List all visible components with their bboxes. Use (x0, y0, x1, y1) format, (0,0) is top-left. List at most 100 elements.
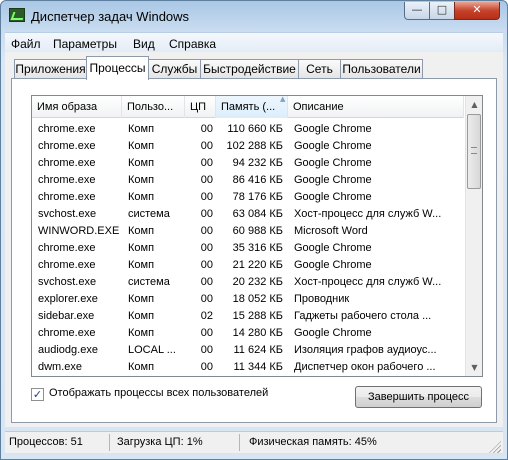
menu-bar: Файл Параметры Вид Справка (5, 32, 503, 52)
table-row[interactable]: svchost.exe система 00 20 232 КБ Хост-процес… (32, 274, 464, 291)
process-memory: 11 344 КБ (233, 361, 283, 373)
status-cpu-usage: Загрузка ЦП: 1% (117, 436, 203, 448)
table-row[interactable]: chrome.exe Комп 00 21 220 КБ Google Chrome (32, 257, 464, 274)
process-name: chrome.exe (38, 327, 96, 339)
process-memory: 35 316 КБ (232, 242, 283, 254)
table-row[interactable]: chrome.exe Комп 00 94 232 КБ Google Chrome (32, 155, 464, 172)
maximize-button[interactable]: □ (429, 2, 455, 20)
process-name: chrome.exe (38, 123, 96, 135)
process-user: Комп (128, 361, 155, 373)
process-memory: 15 288 КБ (232, 310, 283, 322)
process-cpu: 02 (200, 310, 213, 322)
table-row[interactable]: chrome.exe Комп 00 78 176 КБ Google Chrome (32, 189, 464, 206)
show-all-processes-checkbox[interactable]: ✓ (31, 388, 44, 401)
status-bar: Процессов: 51 Загрузка ЦП: 1% Физическая… (5, 431, 503, 453)
task-manager-icon (9, 8, 25, 22)
process-name: sidebar.exe (38, 310, 95, 322)
process-description: Хост-процесс для служб W... (294, 276, 442, 288)
table-row[interactable]: audiodg.exe LOCAL ... 00 11 624 КБ Изоляция … (32, 342, 464, 359)
tab-users[interactable]: Пользователи (340, 59, 423, 79)
scroll-grip-icon (471, 147, 477, 154)
menu-file[interactable]: Файл (11, 37, 41, 51)
menu-options[interactable]: Параметры (53, 37, 117, 51)
status-separator (109, 434, 110, 451)
tab-processes[interactable]: Процессы (86, 56, 149, 80)
status-separator (239, 434, 240, 451)
process-memory: 14 280 КБ (232, 327, 283, 339)
process-cpu: 00 (200, 344, 213, 356)
status-process-count: Процессов: 51 (9, 436, 83, 448)
process-description: Google Chrome (294, 259, 372, 271)
show-all-processes-label[interactable]: Отображать процессы всех пользователей (49, 387, 268, 399)
table-row[interactable]: dwm.exe Комп 00 11 344 КБ Диспетчер окон раб… (32, 359, 464, 376)
process-list[interactable]: Имя образа Пользо... ЦП Память (... Опис… (31, 95, 483, 377)
table-row[interactable]: chrome.exe Комп 00 14 280 КБ Google Chrome (32, 325, 464, 342)
process-name: explorer.exe (38, 293, 98, 305)
process-cpu: 00 (200, 259, 213, 271)
table-row[interactable]: sidebar.exe Комп 02 15 288 КБ Гаджеты рабоче… (32, 308, 464, 325)
process-user: Комп (128, 310, 155, 322)
table-row[interactable]: chrome.exe Комп 00 86 416 КБ Google Chrome (32, 172, 464, 189)
process-description: Изоляция графов аудиоус... (294, 344, 437, 356)
close-button[interactable]: ✕ (454, 2, 500, 20)
column-user-name[interactable]: Пользо... (122, 96, 185, 118)
process-memory: 94 232 КБ (232, 157, 283, 169)
process-name: chrome.exe (38, 242, 96, 254)
scroll-thumb[interactable] (467, 114, 481, 189)
table-row[interactable]: WINWORD.EXE Комп 00 60 988 КБ Microsoft Word (32, 223, 464, 240)
process-name: svchost.exe (38, 208, 97, 220)
process-name: dwm.exe (38, 361, 83, 373)
table-row[interactable]: svchost.exe система 00 63 084 КБ Хост-процес… (32, 206, 464, 223)
process-description: Google Chrome (294, 191, 372, 203)
process-cpu: 00 (200, 361, 213, 373)
minimize-button[interactable]: — (404, 2, 430, 20)
column-description[interactable]: Описание (288, 96, 464, 118)
process-description: Google Chrome (294, 140, 372, 152)
tab-services[interactable]: Службы (148, 59, 201, 79)
process-cpu: 00 (200, 208, 213, 220)
process-memory: 20 232 КБ (232, 276, 283, 288)
process-user: Комп (128, 191, 155, 203)
table-row[interactable]: chrome.exe Комп 00 35 316 КБ Google Chrome (32, 240, 464, 257)
menu-view[interactable]: Вид (133, 37, 155, 51)
process-description: Google Chrome (294, 242, 372, 254)
process-cpu: 00 (200, 140, 213, 152)
process-cpu: 00 (200, 276, 213, 288)
process-cpu: 00 (200, 242, 213, 254)
process-description: Хост-процесс для служб W... (294, 208, 442, 220)
column-cpu[interactable]: ЦП (185, 96, 216, 118)
process-user: Комп (128, 327, 155, 339)
tab-applications[interactable]: Приложения (14, 59, 87, 79)
sort-ascending-icon: ▲ (280, 95, 286, 103)
scroll-up-icon[interactable]: ▲ (466, 96, 482, 113)
table-row[interactable]: explorer.exe Комп 00 18 052 КБ Проводник (32, 291, 464, 308)
process-user: Комп (128, 174, 155, 186)
process-cpu: 00 (200, 225, 213, 237)
process-user: LOCAL ... (128, 344, 176, 356)
process-cpu: 00 (200, 157, 213, 169)
process-name: chrome.exe (38, 174, 96, 186)
process-name: chrome.exe (38, 259, 96, 271)
vertical-scrollbar[interactable]: ▲ ▼ (465, 96, 482, 376)
process-memory: 60 988 КБ (232, 225, 283, 237)
process-description: Проводник (294, 293, 350, 305)
process-user: система (128, 276, 170, 288)
scroll-down-icon[interactable]: ▼ (466, 359, 482, 376)
process-name: chrome.exe (38, 157, 96, 169)
table-row[interactable]: chrome.exe Комп 00 110 660 КБ Google Chrome (32, 121, 464, 138)
table-row[interactable]: chrome.exe Комп 00 102 288 КБ Google Chrome (32, 138, 464, 155)
title-bar[interactable]: Диспетчер задач Windows — □ ✕ (1, 1, 507, 31)
process-name: audiodg.exe (38, 344, 98, 356)
column-image-name[interactable]: Имя образа (32, 96, 122, 118)
tab-network[interactable]: Сеть (298, 59, 341, 79)
menu-help[interactable]: Справка (169, 37, 216, 51)
process-cpu: 00 (200, 174, 213, 186)
process-memory: 11 624 КБ (233, 344, 283, 356)
end-process-button[interactable]: Завершить процесс (355, 386, 482, 408)
column-memory[interactable]: Память (... (216, 96, 288, 118)
tab-performance[interactable]: Быстродействие (200, 59, 299, 79)
process-user: система (128, 208, 170, 220)
process-description: Диспетчер окон рабочего ... (294, 361, 436, 373)
process-cpu: 00 (200, 293, 213, 305)
process-memory: 110 660 КБ (227, 123, 283, 135)
